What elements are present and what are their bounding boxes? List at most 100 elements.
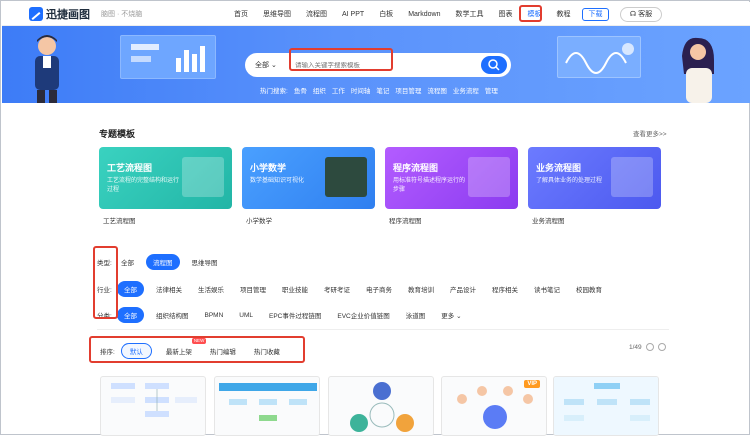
nav-item-tutorials[interactable]: 教程: [556, 9, 570, 19]
filter-option[interactable]: 电子商务: [366, 284, 392, 294]
nav-item-math-tools[interactable]: 数学工具: [455, 9, 483, 19]
filter-option[interactable]: 教育培训: [408, 284, 434, 294]
filter-option[interactable]: 生活娱乐: [198, 284, 224, 294]
template-thumbnail[interactable]: [328, 376, 434, 436]
filter-option-selected[interactable]: 全部: [117, 281, 144, 297]
man-illustration: [35, 35, 59, 103]
banner-chart-illustration: [120, 35, 216, 79]
nav-item-home[interactable]: 首页: [234, 9, 248, 19]
hot-term[interactable]: 业务流程: [453, 85, 479, 95]
hot-term[interactable]: 组织: [313, 85, 326, 95]
search-category-label: 全部: [255, 62, 269, 69]
filter-option[interactable]: 全部: [121, 257, 134, 267]
template-thumbnail[interactable]: [553, 376, 659, 436]
highlight-box-templates: [519, 5, 542, 22]
card-caption[interactable]: 小学数学: [246, 215, 272, 225]
featured-card-math[interactable]: 小学数学 数学基础知识可视化: [242, 147, 375, 209]
hot-term[interactable]: 鱼骨: [294, 85, 307, 95]
service-label: 客服: [638, 11, 653, 18]
filter-option[interactable]: 校园教育: [576, 284, 602, 294]
hot-term[interactable]: 笔记: [376, 85, 389, 95]
hot-term[interactable]: 管理: [485, 85, 498, 95]
flowchart-preview-icon: [111, 383, 197, 417]
card-title: 业务流程图: [536, 163, 582, 173]
filter-option[interactable]: 思维导图: [192, 257, 218, 267]
view-more-link[interactable]: 查看更多>>: [633, 128, 667, 138]
search-button[interactable]: [481, 56, 507, 74]
filter-option[interactable]: UML: [239, 312, 253, 319]
business-illustration-icon: [611, 157, 653, 197]
section-title-featured: 专题模板: [99, 129, 136, 139]
headset-icon: ☊: [629, 11, 637, 18]
page-indicator: 1/49: [629, 343, 642, 351]
card-desc: 数学基础知识可视化: [250, 178, 305, 184]
cycle-diagram-preview-icon: [350, 382, 414, 432]
filter-option[interactable]: 职业技能: [282, 284, 308, 294]
filter-option[interactable]: 项目管理: [240, 284, 266, 294]
swimlane-preview-icon: [219, 383, 317, 421]
filter-option[interactable]: EVC企业价值链图: [337, 310, 389, 320]
filter-option[interactable]: 程序相关: [492, 284, 518, 294]
nav-item-whiteboard[interactable]: 白板: [379, 9, 393, 19]
tree-diagram-preview-icon: [554, 377, 658, 435]
nav-item-ai-ppt[interactable]: AI PPT: [342, 11, 364, 18]
wave-chart-icon: [565, 43, 634, 74]
nav-item-charts[interactable]: 图表: [498, 9, 512, 19]
filter-option[interactable]: EPC事件过程链图: [269, 310, 321, 320]
search-icon: [488, 59, 500, 71]
page-frame: 迅捷画图 脑图 · 不烧脑 首页 思维导图 流程图 AI PPT 白板 Mark…: [0, 0, 750, 436]
org-chart-preview-icon: [457, 386, 533, 429]
woman-illustration: [682, 37, 714, 103]
hot-term[interactable]: 时间轴: [351, 85, 371, 95]
highlight-box-filter-labels: [93, 246, 118, 319]
process-illustration-icon: [182, 157, 224, 197]
filter-option[interactable]: 泳道图: [406, 310, 426, 320]
filter-option-selected[interactable]: 流程图: [146, 254, 180, 270]
featured-card-program[interactable]: 程序流程图 用标准符号描述程序运行的步骤: [385, 147, 518, 209]
top-nav: 迅捷画图 脑图 · 不烧脑 首页 思维导图 流程图 AI PPT 白板 Mark…: [2, 2, 750, 26]
customer-service-button[interactable]: ☊ 客服: [620, 7, 662, 22]
download-button[interactable]: 下载: [582, 8, 609, 21]
card-title: 工艺流程图: [107, 163, 153, 173]
logo[interactable]: 迅捷画图 脑图 · 不烧脑: [29, 6, 142, 22]
nav-item-mindmap[interactable]: 思维导图: [263, 9, 291, 19]
prev-page-button[interactable]: [645, 343, 654, 351]
hot-term[interactable]: 项目管理: [395, 85, 421, 95]
filter-option[interactable]: 组织结构图: [156, 310, 189, 320]
filter-option[interactable]: BPMN: [205, 312, 224, 319]
highlight-box-search: [289, 48, 393, 71]
hot-searches: 热门搜索: 鱼骨 组织 工作 时间轴 笔记 项目管理 流程图 业务流程 管理: [260, 85, 498, 95]
hot-term[interactable]: 工作: [332, 85, 345, 95]
filter-option[interactable]: 法律相关: [156, 284, 182, 294]
highlight-box-sort: [89, 336, 305, 363]
next-page-button[interactable]: [657, 343, 666, 351]
card-caption[interactable]: 业务流程图: [532, 215, 565, 225]
card-caption[interactable]: 程序流程图: [389, 215, 422, 225]
filter-option[interactable]: 考研考证: [324, 284, 350, 294]
program-illustration-icon: [468, 157, 510, 197]
more-filter-dropdown[interactable]: 更多 ⌄: [441, 310, 461, 320]
filter-option[interactable]: 产品设计: [450, 284, 476, 294]
card-desc: 用标准符号描述程序运行的步骤: [393, 178, 466, 193]
more-label: 更多: [441, 313, 455, 320]
search-category-select[interactable]: 全部 ⌄: [255, 60, 285, 70]
bar-chart-icon: [131, 44, 205, 72]
hot-term[interactable]: 流程图: [427, 85, 447, 95]
filter-option[interactable]: 读书笔记: [534, 284, 560, 294]
template-thumbnail[interactable]: VIP: [441, 376, 547, 436]
filter-option-selected[interactable]: 全部: [117, 307, 144, 323]
featured-card-business[interactable]: 业务流程图 了解具体业务的处理过程: [528, 147, 661, 209]
filter-row-industry: 行业: 全部 法律相关 生活娱乐 项目管理 职业技能 考研考证 电子商务 教育培…: [97, 281, 618, 297]
nav-item-markdown[interactable]: Markdown: [408, 11, 440, 18]
card-caption[interactable]: 工艺流程图: [103, 215, 136, 225]
template-thumbnail[interactable]: [100, 376, 206, 436]
card-title: 程序流程图: [393, 163, 439, 173]
filter-row-category: 分类: 全部 组织结构图 BPMN UML EPC事件过程链图 EVC企业价值链…: [97, 307, 478, 323]
nav-item-flowchart[interactable]: 流程图: [306, 9, 327, 19]
template-thumbnail[interactable]: [214, 376, 320, 436]
hot-search-label: 热门搜索:: [260, 88, 288, 95]
banner-wave-illustration: [557, 36, 641, 78]
divider: [97, 329, 669, 330]
hero-banner: 全部 ⌄ 热门搜索: 鱼骨 组织 工作 时间轴 笔记 项目管理 流程图 业务流程…: [2, 26, 750, 103]
featured-card-process[interactable]: 工艺流程图 工艺流程的完整结构和运行过程: [99, 147, 232, 209]
